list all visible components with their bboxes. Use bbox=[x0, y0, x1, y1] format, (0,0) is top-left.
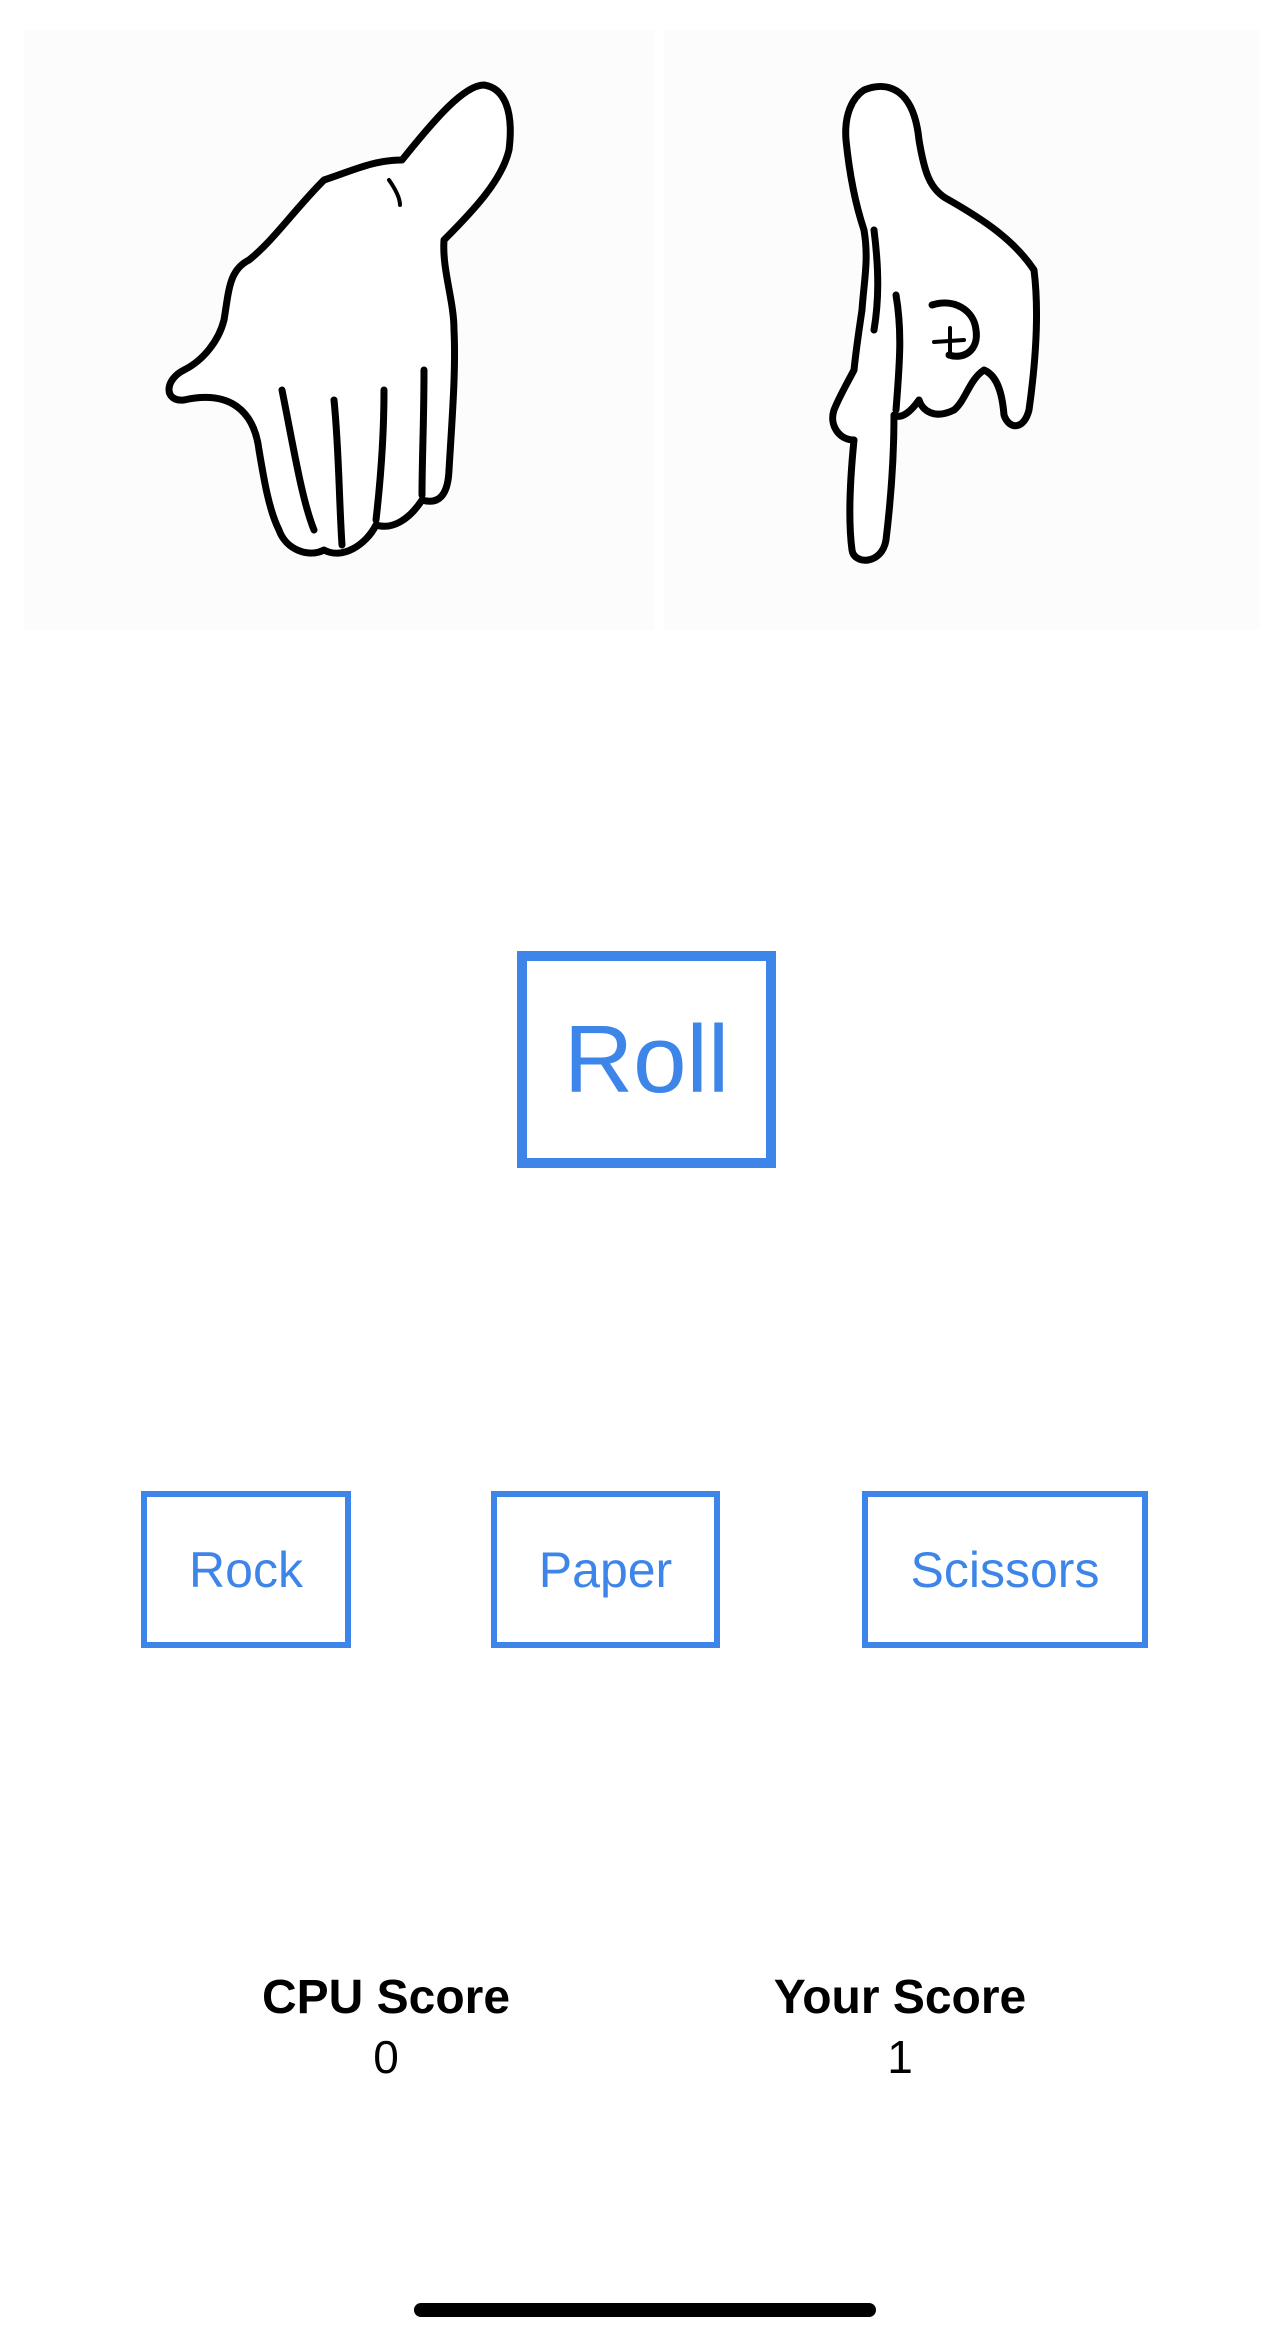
roll-button-label: Roll bbox=[563, 1005, 730, 1113]
cpu-score-value: 0 bbox=[373, 2031, 399, 2083]
player-score-block: Your Score 1 bbox=[750, 1968, 1050, 2086]
cpu-hand-image bbox=[24, 30, 654, 630]
paper-button-label: Paper bbox=[538, 1541, 673, 1598]
player-hand-image bbox=[664, 30, 1260, 630]
rock-button-label: Rock bbox=[189, 1541, 303, 1598]
scissors-button-label: Scissors bbox=[910, 1541, 1100, 1598]
player-score-label: Your Score bbox=[773, 1971, 1027, 2024]
cpu-score-label: CPU Score bbox=[261, 1971, 511, 2024]
player-score-value: 1 bbox=[887, 2031, 913, 2083]
rock-button[interactable]: Rock bbox=[141, 1491, 351, 1648]
hand-paper-icon bbox=[165, 81, 514, 557]
roll-button[interactable]: Roll bbox=[517, 951, 776, 1168]
hands-area bbox=[24, 30, 1260, 630]
paper-button[interactable]: Paper bbox=[491, 1491, 720, 1648]
home-indicator[interactable] bbox=[414, 2303, 876, 2317]
hand-scissors-icon bbox=[829, 83, 1040, 564]
scissors-button[interactable]: Scissors bbox=[862, 1491, 1148, 1648]
cpu-score-block: CPU Score 0 bbox=[236, 1968, 536, 2086]
